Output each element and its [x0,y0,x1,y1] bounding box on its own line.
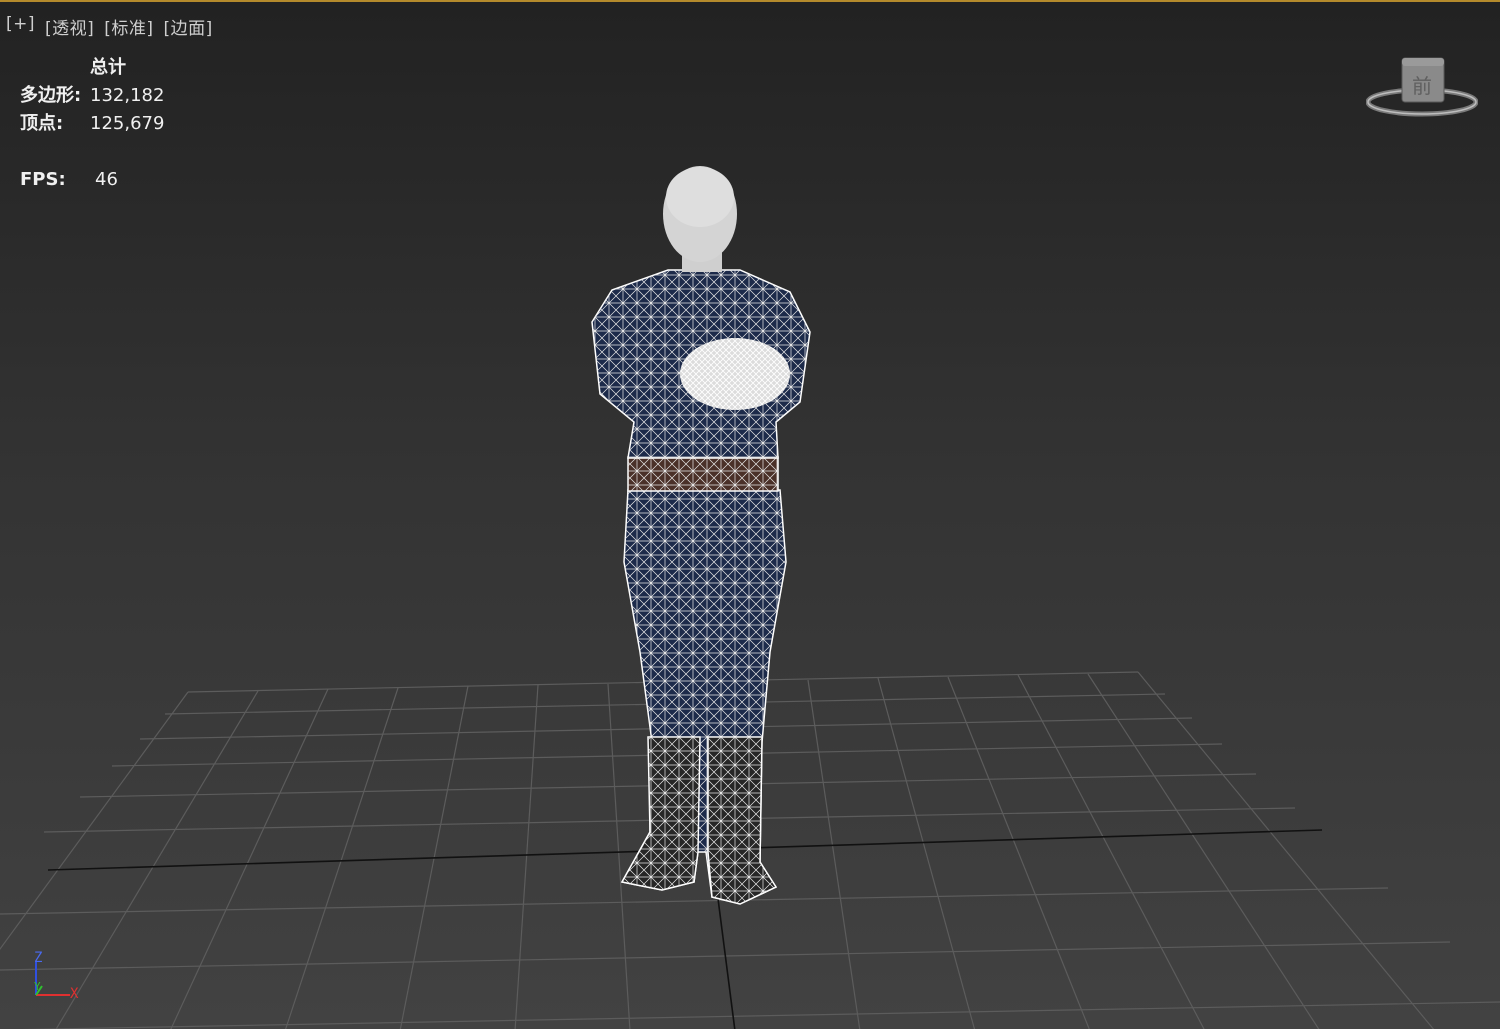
statistics-overlay: 总计 多边形: 132,182 顶点: 125,679 FPS: 46 [20,54,164,194]
3d-viewport[interactable]: [+] [透视] [标准] [边面] 总计 多边形: 132,182 顶点: 1… [0,0,1500,1029]
viewcube-face-label[interactable]: 前 [1412,70,1432,99]
axis-tripod: Z Y X [28,950,88,1010]
axis-y-label: Y [34,980,41,993]
stats-fps-row: FPS: 46 [20,166,164,194]
character-model[interactable] [591,166,811,905]
viewport-menu-plus[interactable]: [+] [6,14,35,39]
stats-vertices-row: 顶点: 125,679 [20,110,164,138]
viewport-menu-edged-faces[interactable]: [边面] [164,14,213,39]
viewcube[interactable]: 前 [1365,54,1479,124]
axis-x-label: X [70,986,79,1002]
viewport-menu-perspective[interactable]: [透视] [45,14,94,39]
stats-fps-label: FPS: [20,169,66,190]
viewport-label-menu: [+] [透视] [标准] [边面] [6,14,213,39]
viewport-menu-shading-standard[interactable]: [标准] [104,14,153,39]
stats-vertices-label: 顶点: [20,113,64,134]
scene-canvas[interactable] [0,2,1500,1029]
stats-header: 总计 [90,57,126,78]
axis-z-label: Z [34,950,43,966]
stats-polygons-label: 多边形: [20,85,82,106]
stats-fps-value: 46 [95,169,118,190]
stats-polygons-value: 132,182 [90,85,165,106]
stats-polygons-row: 多边形: 132,182 [20,82,164,110]
stats-vertices-value: 125,679 [90,113,165,134]
